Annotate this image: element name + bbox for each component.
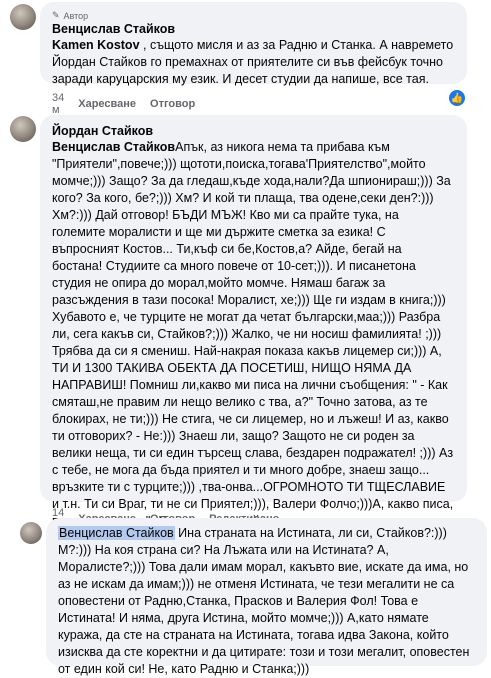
avatar[interactable]: [10, 4, 36, 30]
mention-tag[interactable]: Kamen Kostov: [52, 38, 140, 52]
comment-bubble: Йордан Стайков Венцислав СтайковАпък, аз…: [40, 115, 467, 562]
comment-author[interactable]: Венцислав Стайков: [52, 21, 455, 37]
comment-text: Венцислав Стайков Ина страната на Истина…: [58, 525, 475, 678]
like-thumb-icon[interactable]: 👍: [449, 90, 465, 106]
like-button[interactable]: Харесване: [78, 98, 136, 110]
reply-button[interactable]: Отговор: [150, 98, 195, 110]
author-badge-label: Автор: [63, 10, 89, 21]
comment-text: Венцислав СтайковАпък, аз никога нема та…: [52, 139, 455, 564]
avatar[interactable]: [20, 522, 42, 544]
comment-body: Ина страната на Истината, ли си, Стайков…: [58, 526, 473, 676]
comment-author[interactable]: Йордан Стайков: [52, 123, 455, 139]
avatar[interactable]: [10, 116, 36, 142]
comment-text: Kamen Kostov , същото мисля и аз за Радн…: [52, 37, 455, 88]
comment-actions: 34 м Харесване Отговор: [52, 92, 195, 116]
comment-time[interactable]: 34 м: [52, 92, 64, 116]
author-badge: ✎ Автор: [52, 10, 455, 21]
comment-body: Апък, аз никога нема та прибава към "При…: [52, 140, 454, 562]
mention-tag[interactable]: Венцислав Стайков: [58, 526, 175, 540]
comment-bubble: Венцислав Стайков Ина страната на Истина…: [46, 518, 487, 676]
mention-tag[interactable]: Венцислав Стайков: [52, 140, 175, 154]
comment-bubble: ✎ Автор Венцислав Стайков Kamen Kostov ,…: [40, 2, 467, 86]
pen-icon: ✎: [52, 10, 60, 20]
